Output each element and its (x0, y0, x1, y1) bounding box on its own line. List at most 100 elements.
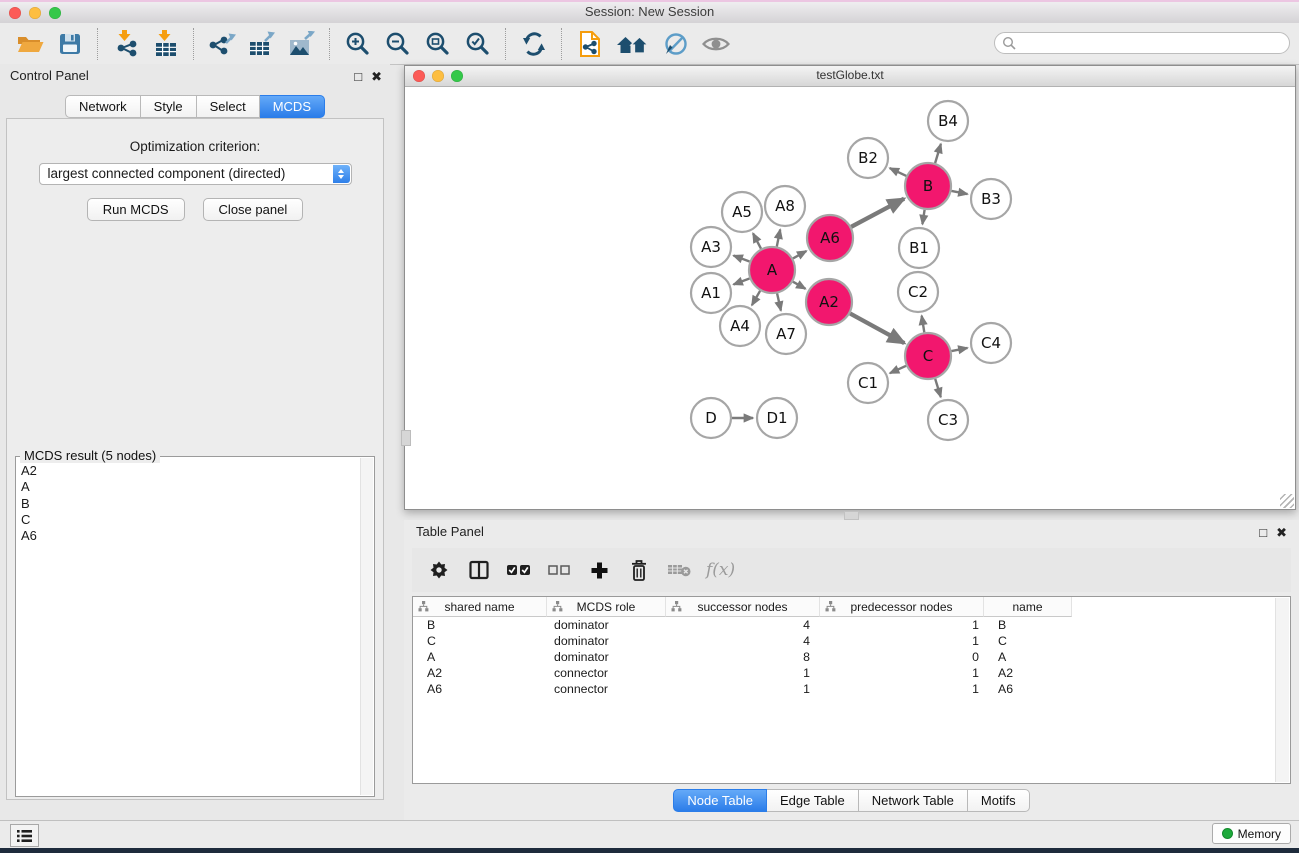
float-table-panel-icon[interactable]: □ (1259, 525, 1267, 541)
graph-edge-B-B3[interactable] (952, 191, 968, 194)
graph-edge-B-B1[interactable] (922, 210, 924, 224)
graph-node-B4[interactable]: B4 (928, 101, 968, 141)
graph-node-B2[interactable]: B2 (848, 138, 888, 178)
splitter-handle[interactable] (844, 511, 859, 520)
close-network-icon[interactable] (413, 70, 425, 82)
show-columns-icon[interactable] (466, 555, 492, 585)
minimize-network-icon[interactable] (432, 70, 444, 82)
apply-style-icon[interactable] (656, 27, 696, 61)
show-hide-icon[interactable] (696, 27, 736, 61)
window-controls[interactable] (9, 7, 61, 19)
export-image-icon[interactable] (282, 27, 322, 61)
minimize-window-icon[interactable] (29, 7, 41, 19)
create-column-icon[interactable] (586, 555, 612, 585)
column-header-mcds-role[interactable]: MCDS role (547, 597, 666, 617)
tab-style[interactable]: Style (141, 95, 197, 118)
zoom-fit-icon[interactable] (418, 27, 458, 61)
graph-node-A2[interactable]: A2 (806, 279, 852, 325)
close-table-panel-icon[interactable]: ✖ (1276, 525, 1287, 541)
task-history-button[interactable] (10, 824, 39, 847)
first-neighbors-icon[interactable] (610, 27, 656, 61)
graph-edge-A6-B[interactable] (851, 199, 904, 227)
graph-edge-A-A8[interactable] (777, 230, 780, 247)
graph-node-C4[interactable]: C4 (971, 323, 1011, 363)
import-table-icon[interactable] (146, 27, 186, 61)
graph-node-B1[interactable]: B1 (899, 228, 939, 268)
tab-mcds[interactable]: MCDS (260, 95, 325, 118)
graph-edge-B-B4[interactable] (935, 144, 941, 163)
graph-edge-C-C3[interactable] (935, 379, 941, 397)
search-box[interactable] (994, 32, 1290, 54)
graph-edge-A-A2[interactable] (793, 282, 806, 289)
graph-node-A1[interactable]: A1 (691, 273, 731, 313)
table-settings-gear-icon[interactable] (426, 555, 452, 585)
close-panel-icon[interactable]: ✖ (371, 69, 382, 85)
graph-node-A7[interactable]: A7 (766, 314, 806, 354)
graph-edge-C-C2[interactable] (922, 316, 925, 333)
optimization-criterion-dropdown[interactable]: largest connected component (directed) (39, 163, 352, 185)
table-row[interactable]: Cdominator41C (413, 633, 1290, 649)
resize-grip-icon[interactable] (1280, 494, 1294, 508)
table-row[interactable]: Adominator80A (413, 649, 1290, 665)
close-panel-button[interactable]: Close panel (203, 198, 304, 221)
table-row[interactable]: A6connector11A6 (413, 681, 1290, 697)
column-header-name[interactable]: name (984, 597, 1072, 617)
graph-node-D[interactable]: D (691, 398, 731, 438)
graph-node-A5[interactable]: A5 (722, 192, 762, 232)
column-header-predecessor-nodes[interactable]: predecessor nodes (820, 597, 984, 617)
float-panel-icon[interactable]: □ (354, 69, 362, 85)
close-window-icon[interactable] (9, 7, 21, 19)
network-canvas[interactable]: B4B2BB3A8A5A6A3B1AC2A1A2A4A7C4CC1DD1C3 (405, 87, 1295, 509)
graph-edge-C-C4[interactable] (952, 348, 968, 351)
refresh-icon[interactable] (514, 27, 554, 61)
search-input[interactable] (1016, 35, 1289, 51)
graph-edge-C-C1[interactable] (890, 366, 906, 373)
table-row[interactable]: Bdominator41B (413, 617, 1290, 633)
mcds-list-scrollbar[interactable] (360, 458, 373, 795)
graph-node-B[interactable]: B (905, 163, 951, 209)
network-window-titlebar[interactable]: testGlobe.txt (405, 66, 1295, 87)
list-item[interactable]: A (21, 479, 359, 495)
splitter-handle[interactable] (401, 430, 411, 446)
graph-node-A3[interactable]: A3 (691, 227, 731, 267)
list-item[interactable]: A6 (21, 528, 359, 544)
network-window-controls[interactable] (413, 70, 463, 82)
graph-edge-A-A3[interactable] (734, 256, 750, 262)
zoom-out-icon[interactable] (378, 27, 418, 61)
graph-node-C3[interactable]: C3 (928, 400, 968, 440)
select-all-columns-icon[interactable] (506, 555, 532, 585)
zoom-in-icon[interactable] (338, 27, 378, 61)
export-network-icon[interactable] (202, 27, 242, 61)
zoom-selected-icon[interactable] (458, 27, 498, 61)
graph-edge-A-A6[interactable] (793, 251, 806, 258)
maximize-window-icon[interactable] (49, 7, 61, 19)
memory-button[interactable]: Memory (1212, 823, 1291, 844)
delete-table-icon[interactable] (666, 555, 692, 585)
import-network-icon[interactable] (106, 27, 146, 61)
graph-node-A6[interactable]: A6 (807, 215, 853, 261)
list-item[interactable]: C (21, 512, 359, 528)
save-session-icon[interactable] (50, 27, 90, 61)
table-row[interactable]: A2connector11A2 (413, 665, 1290, 681)
graph-edge-A-A7[interactable] (777, 293, 781, 310)
graph-node-B3[interactable]: B3 (971, 179, 1011, 219)
graph-node-A8[interactable]: A8 (765, 186, 805, 226)
tab-node-table[interactable]: Node Table (673, 789, 767, 812)
export-table-icon[interactable] (242, 27, 282, 61)
tab-select[interactable]: Select (197, 95, 260, 118)
graph-edge-A-A1[interactable] (734, 279, 750, 285)
list-item[interactable]: B (21, 496, 359, 512)
graph-node-A4[interactable]: A4 (720, 306, 760, 346)
graph-node-C2[interactable]: C2 (898, 272, 938, 312)
graph-edge-A-A4[interactable] (752, 291, 760, 305)
tab-edge-table[interactable]: Edge Table (767, 789, 859, 812)
graph-edge-A-A5[interactable] (753, 233, 761, 248)
column-header-shared-name[interactable]: shared name (413, 597, 547, 617)
graph-node-C[interactable]: C (905, 333, 951, 379)
table-scrollbar[interactable] (1275, 598, 1289, 782)
tab-network[interactable]: Network (65, 95, 141, 118)
unselect-all-columns-icon[interactable] (546, 555, 572, 585)
function-builder-button[interactable]: f(x) (706, 555, 735, 585)
column-header-successor-nodes[interactable]: successor nodes (666, 597, 820, 617)
graph-node-A[interactable]: A (749, 247, 795, 293)
